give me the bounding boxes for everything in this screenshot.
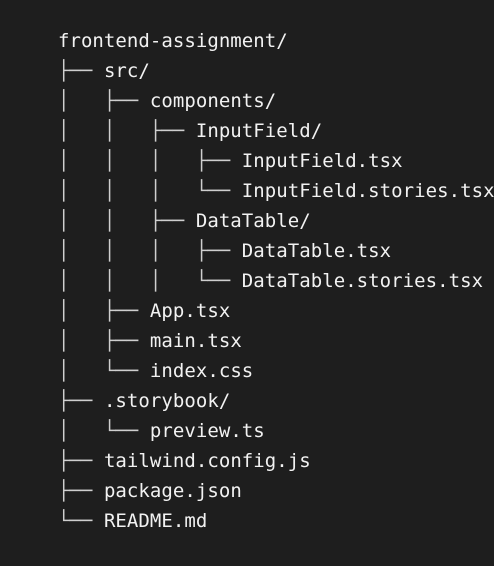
tree-guide: └── [57,510,104,532]
tree-row: │ ├── App.tsx [12,266,230,322]
tree-row: │ │ │ └── InputField.stories.tsx [12,146,494,202]
tree-row: │ │ │ └── DataTable.stories.tsx [12,236,483,292]
tree-row: ├── tailwind.config.js [12,416,311,472]
tree-row: ├── .storybook/ [12,356,230,412]
tree-row: │ ├── main.tsx [12,296,242,352]
tree-row: │ │ │ ├── DataTable.tsx [12,206,391,262]
tree-row: └── README.md [12,476,207,532]
tree-file-datatable-stories: DataTable.stories.tsx [241,270,484,292]
tree-row: │ │ ├── DataTable/ [12,176,311,232]
tree-row: │ └── preview.ts [12,386,265,442]
tree-row: │ └── index.css [12,326,253,382]
tree-row: │ │ │ ├── InputField.tsx [12,116,403,172]
tree-row: ├── package.json [12,446,242,502]
file-tree: frontend-assignment/ ├── src/ │ ├── comp… [0,0,494,532]
tree-row: │ ├── components/ [12,56,276,112]
tree-file-readme: README.md [103,510,208,532]
tree-row: ├── src/ [12,26,150,82]
tree-row: │ │ ├── InputField/ [12,86,322,142]
tree-row: frontend-assignment/ [12,0,288,52]
